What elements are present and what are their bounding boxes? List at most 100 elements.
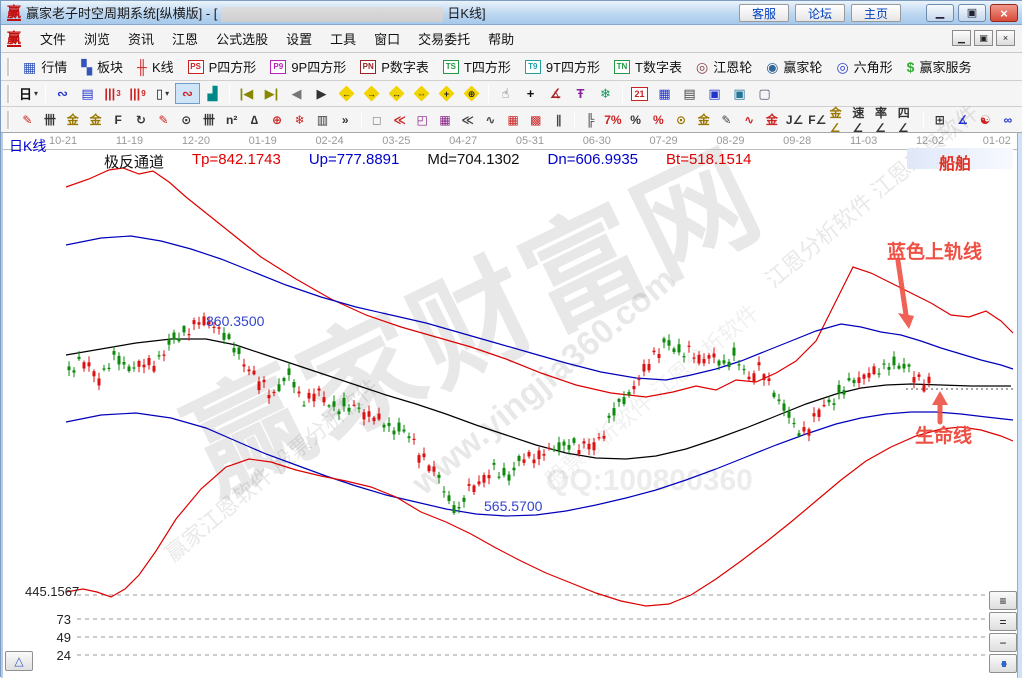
infinity-tool[interactable]: ∞ [997,110,1020,130]
toolbar-grip[interactable] [7,85,10,103]
compress-all-button[interactable]: + [434,83,459,104]
speed-angle-tool[interactable]: 速∠ [851,110,874,130]
angle-measure-button[interactable]: ∡ [543,83,568,104]
pencil-ruler-tool[interactable]: ✎ [152,110,175,130]
first-bar-button[interactable]: |◀ [234,83,259,104]
restore-button[interactable]: ▣ [958,4,986,22]
trend-scribble-button[interactable]: ∾ [50,83,75,104]
expand-h-button[interactable]: ↔ [384,83,409,104]
forum-link[interactable]: 论坛 [795,4,845,22]
notes-button[interactable]: ▤ [677,83,702,104]
menu-gann[interactable]: 江恩 [163,25,207,52]
scale-bars-tool[interactable]: ╠ [579,110,602,130]
menu-tools[interactable]: 工具 [321,25,365,52]
four-angle-tool[interactable]: 四∠ [897,110,920,130]
9t-square-button[interactable]: T99T四方形 [518,55,607,78]
rate-angle-tool[interactable]: 率∠ [874,110,897,130]
time-circle-tool[interactable]: ⊙ [175,110,198,130]
pen-tool[interactable]: ✎ [16,110,39,130]
shade-grid-tool[interactable]: ▩ [524,110,547,130]
t-number-table-button[interactable]: TNT数字表 [607,55,689,78]
box-tool[interactable]: ◻ [366,110,389,130]
period-label[interactable]: 日K线 [9,136,46,156]
hand-tool-button[interactable]: ☝ [493,83,518,104]
mdi-close-button[interactable]: × [996,30,1015,46]
gold-lines2-tool[interactable]: 金 [84,110,107,130]
compress-h-button[interactable]: ⇔ [409,83,434,104]
kline-button[interactable]: ╫K线 [130,55,181,78]
distribution-button[interactable]: ▟ [200,83,225,104]
gann-wheel-button[interactable]: ◎江恩轮 [689,55,759,78]
target-tool[interactable]: ⊕ [266,110,289,130]
homepage-link[interactable]: 主页 [851,4,901,22]
prev-bar-button[interactable]: ◀ [284,83,309,104]
p-square-button[interactable]: PSP四方形 [181,55,264,78]
red-grid-tool[interactable]: ▦ [502,110,525,130]
fan-box-tool[interactable]: ◰ [411,110,434,130]
menu-file[interactable]: 文件 [31,25,75,52]
pct7-tool[interactable]: 7% [602,110,625,130]
menu-window[interactable]: 窗口 [365,25,409,52]
angle-flag-tool[interactable]: ∆ [243,110,266,130]
title-bar[interactable]: 赢 赢家老子时空周期系统[纵横版] - [日K线] 客服论坛主页 ▁ ▣ × [1,1,1022,25]
info-list-button[interactable]: ▤ [75,83,100,104]
compress-mid-button[interactable]: = [989,612,1017,631]
compress-min-button[interactable]: − [989,633,1017,652]
menu-settings[interactable]: 设置 [277,25,321,52]
scale-slider-button[interactable]: − [989,654,1017,673]
rays-tool[interactable]: ≪ [456,110,479,130]
next-bar-button[interactable]: ▶ [309,83,334,104]
calendar-button[interactable]: 21 [627,83,652,104]
mdi-restore-button[interactable]: ▣ [974,30,993,46]
winner-service-button[interactable]: $赢家服务 [900,55,979,78]
calculator-button[interactable]: ▦ [652,83,677,104]
net-box-tool[interactable]: ▦ [434,110,457,130]
kline-chart[interactable] [1,133,1022,678]
wave-tool[interactable]: ∿ [479,110,502,130]
snowflake-tool[interactable]: ❄ [288,110,311,130]
p-number-table-button[interactable]: PNP数字表 [353,55,436,78]
pan-right-button[interactable]: → [359,83,384,104]
bars-9-button[interactable]: |||9 [125,83,150,104]
active-scribble-button[interactable]: ∾ [175,83,200,104]
fibo-lines-tool[interactable]: F [107,110,130,130]
crosshair-tool-button[interactable]: + [518,83,543,104]
fan-tool[interactable]: ≪ [388,110,411,130]
customer-service-link[interactable]: 客服 [739,4,789,22]
menu-info[interactable]: 资讯 [119,25,163,52]
close-button[interactable]: × [990,4,1018,22]
measure-tool-button[interactable]: Ŧ [568,83,593,104]
pct-tool[interactable]: % [624,110,647,130]
spiral-tool[interactable]: ↻ [130,110,153,130]
more-tools-chevron[interactable]: » [334,110,357,130]
bars-3-button[interactable]: |||3 [100,83,125,104]
ruler-tool[interactable]: ▥ [311,110,334,130]
grid-lines-tool[interactable]: 卌 [198,110,221,130]
mdi-minimize-button[interactable]: ▁ [952,30,971,46]
period-dropdown[interactable]: 日▾ [16,83,41,104]
n-square-tool[interactable]: n² [220,110,243,130]
menu-trade-order[interactable]: 交易委托 [409,25,479,52]
gann-lines-tool[interactable]: 卌 [39,110,62,130]
toolbar-grip[interactable] [7,111,10,129]
t-square-button[interactable]: TST四方形 [436,55,518,78]
expand-all-button[interactable]: ⊕ [459,83,484,104]
minimize-button[interactable]: ▁ [926,4,954,22]
toolbar-grip[interactable] [7,58,10,76]
gold-lines-tool[interactable]: 金 [61,110,84,130]
candle-style-dropdown[interactable]: ▯▾ [150,83,175,104]
menu-formula-stock-pick[interactable]: 公式选股 [207,25,277,52]
9p-square-button[interactable]: P99P四方形 [263,55,353,78]
menu-browse[interactable]: 浏览 [75,25,119,52]
sectors-button[interactable]: ▚板块 [74,55,130,78]
pattern-tool-button[interactable]: ❄ [593,83,618,104]
hexagon-button[interactable]: ◎六角形 [829,55,899,78]
pan-left-button[interactable]: ← [334,83,359,104]
parallel-tool[interactable]: ∥ [547,110,570,130]
last-bar-button[interactable]: ▶| [259,83,284,104]
market-quotes-button[interactable]: ▦行情 [16,55,74,78]
menu-help[interactable]: 帮助 [479,25,523,52]
expand-pane-button[interactable]: △ [5,651,33,671]
compress-max-button[interactable]: ≡ [989,591,1017,610]
last-bar-icon: ▶| [265,86,279,102]
